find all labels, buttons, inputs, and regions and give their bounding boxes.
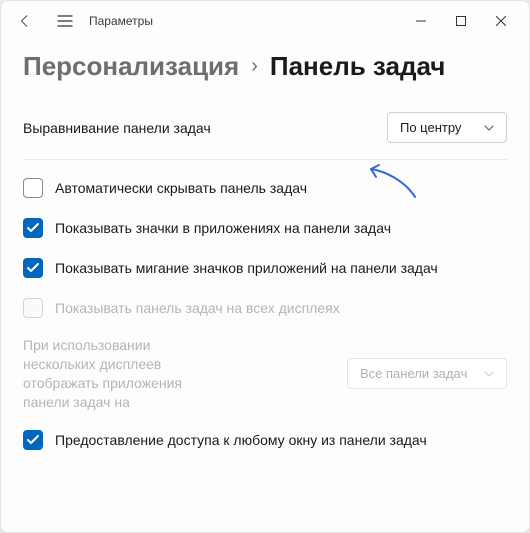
auto-hide-checkbox[interactable] xyxy=(23,178,43,198)
menu-button[interactable] xyxy=(49,5,81,37)
window-access-row: Предоставление доступа к любому окну из … xyxy=(23,420,507,460)
back-arrow-icon xyxy=(18,14,32,28)
alignment-label: Выравнивание панели задач xyxy=(23,120,211,136)
back-button[interactable] xyxy=(9,5,41,37)
check-icon xyxy=(27,263,39,273)
auto-hide-row: Автоматически скрывать панель задач xyxy=(23,168,507,208)
alignment-select[interactable]: По центру xyxy=(387,112,507,143)
multi-display-select: Все панели задач xyxy=(347,358,507,389)
close-icon xyxy=(496,16,506,26)
breadcrumb-parent[interactable]: Персонализация xyxy=(23,51,239,82)
breadcrumb-current: Панель задач xyxy=(270,51,446,82)
maximize-icon xyxy=(456,16,466,26)
maximize-button[interactable] xyxy=(441,5,481,37)
title-bar: Параметры xyxy=(1,1,529,41)
close-button[interactable] xyxy=(481,5,521,37)
window-access-label: Предоставление доступа к любому окну из … xyxy=(55,430,507,450)
multi-display-selected: Все панели задач xyxy=(360,366,467,381)
chevron-down-icon xyxy=(484,371,494,377)
show-flash-row: Показывать мигание значков приложений на… xyxy=(23,248,507,288)
chevron-right-icon: › xyxy=(251,55,258,78)
alignment-row: Выравнивание панели задач По центру xyxy=(23,100,507,160)
all-displays-checkbox xyxy=(23,298,43,318)
window-title: Параметры xyxy=(89,14,153,28)
minimize-button[interactable] xyxy=(401,5,441,37)
window-access-checkbox[interactable] xyxy=(23,430,43,450)
show-badges-row: Показывать значки в приложениях на панел… xyxy=(23,208,507,248)
check-icon xyxy=(27,435,39,445)
multi-display-label: При использовании нескольких дисплеев от… xyxy=(23,336,223,412)
auto-hide-label: Автоматически скрывать панель задач xyxy=(55,178,507,198)
chevron-down-icon xyxy=(484,125,494,131)
alignment-selected: По центру xyxy=(400,120,461,135)
content-area: Выравнивание панели задач По центру Авто… xyxy=(1,100,529,460)
check-icon xyxy=(27,223,39,233)
all-displays-label: Показывать панель задач на всех дисплеях xyxy=(55,298,507,318)
hamburger-icon xyxy=(57,15,73,27)
show-badges-checkbox[interactable] xyxy=(23,218,43,238)
minimize-icon xyxy=(416,16,426,26)
show-flash-label: Показывать мигание значков приложений на… xyxy=(55,258,507,278)
multi-display-row: При использовании нескольких дисплеев от… xyxy=(23,328,507,420)
breadcrumb: Персонализация › Панель задач xyxy=(1,41,529,100)
show-badges-label: Показывать значки в приложениях на панел… xyxy=(55,218,507,238)
all-displays-row: Показывать панель задач на всех дисплеях xyxy=(23,288,507,328)
show-flash-checkbox[interactable] xyxy=(23,258,43,278)
